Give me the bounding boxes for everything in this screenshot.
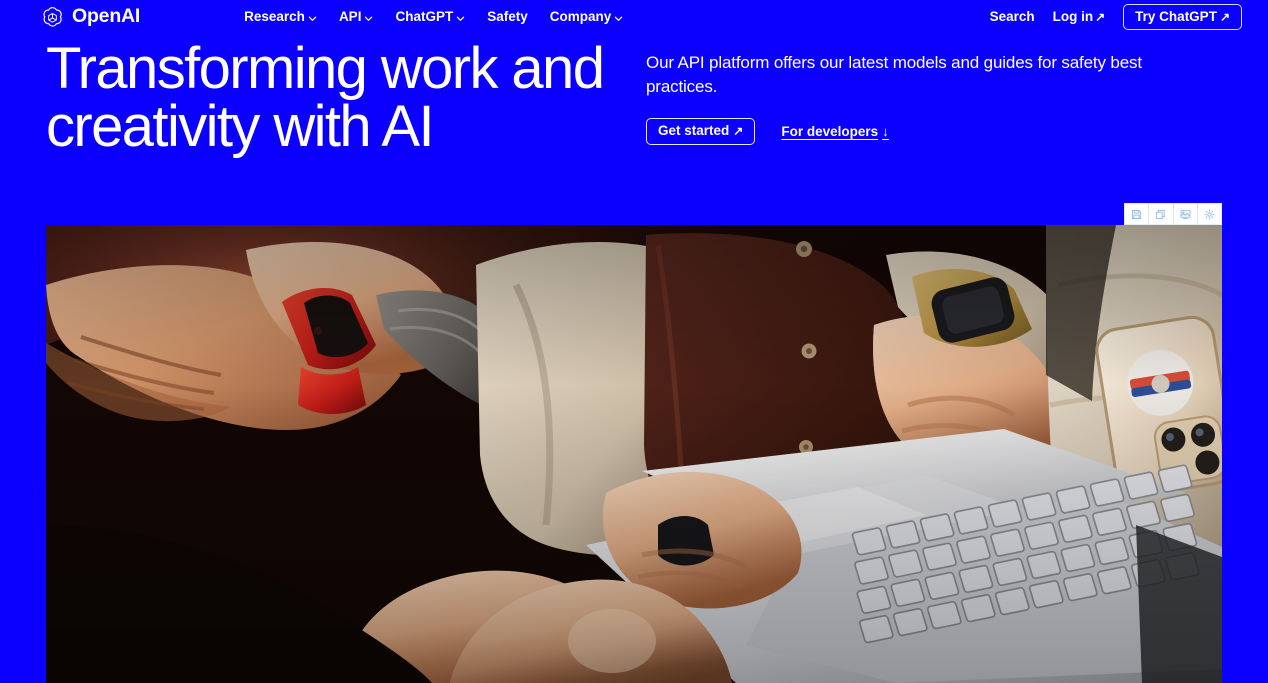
search-button[interactable]: Search [990,10,1035,24]
nav-item-chatgpt-label: ChatGPT [395,9,454,25]
hero-photo [46,225,1222,683]
nav-item-company-label: Company [549,9,612,25]
nav-item-safety[interactable]: Safety [487,10,528,24]
search-button-label: Search [989,9,1035,25]
settings-gear-icon[interactable] [1197,204,1221,224]
openai-landing-page: OpenAI Research API ChatGPT Safety Compa… [0,0,1268,683]
hero-section: Transforming work and creativity with AI… [0,40,1268,156]
hero-copy-column: Our API platform offers our latest model… [646,40,1226,145]
nav-item-company[interactable]: Company [550,10,624,24]
hero-subtitle: Our API platform offers our latest model… [646,53,1142,97]
openai-blossom-icon [40,5,65,30]
arrow-up-right-icon: ↗ [733,124,744,138]
get-started-button[interactable]: Get started ↗ [646,118,756,145]
nav-item-research[interactable]: Research [244,10,317,24]
nav-item-safety-label: Safety [487,9,528,25]
nav-item-api-label: API [338,9,362,25]
hero-actions: Get started ↗ For developers ↓ [646,118,1226,145]
arrow-up-right-icon: ↗ [1219,9,1230,24]
hero-image-container [46,225,1222,683]
login-link[interactable]: Log in ↗ [1053,10,1106,24]
image-toolbar [1124,203,1222,225]
nav-item-research-label: Research [244,9,305,25]
nav-item-api[interactable]: API [339,10,374,24]
try-chatgpt-button[interactable]: Try ChatGPT ↗ [1123,3,1242,31]
arrow-up-right-icon: ↗ [1095,10,1106,24]
primary-nav-menu: Research API ChatGPT Safety Company [244,10,623,24]
chevron-down-icon [456,14,465,23]
for-developers-link-label: For developers [781,123,879,139]
brand-logo-link[interactable]: OpenAI [40,5,140,30]
brand-name-text: OpenAI [72,5,141,28]
login-link-label: Log in [1052,9,1094,25]
hero-headline-column: Transforming work and creativity with AI [46,40,646,156]
image-icon[interactable] [1173,204,1198,224]
secondary-nav-menu: Search Log in ↗ Try ChatGPT ↗ [990,3,1242,31]
arrow-down-icon: ↓ [882,123,889,139]
hero-title: Transforming work and creativity with AI [46,36,605,159]
top-navigation-bar: OpenAI Research API ChatGPT Safety Compa… [0,0,1268,34]
try-chatgpt-button-label: Try ChatGPT [1135,8,1217,24]
chevron-down-icon [308,14,317,23]
save-icon[interactable] [1125,204,1150,224]
copy-icon[interactable] [1149,204,1174,224]
chevron-down-icon [364,14,373,23]
for-developers-link[interactable]: For developers ↓ [781,125,889,139]
chevron-down-icon [614,14,623,23]
get-started-button-label: Get started [658,123,730,139]
nav-item-chatgpt[interactable]: ChatGPT [395,10,465,24]
